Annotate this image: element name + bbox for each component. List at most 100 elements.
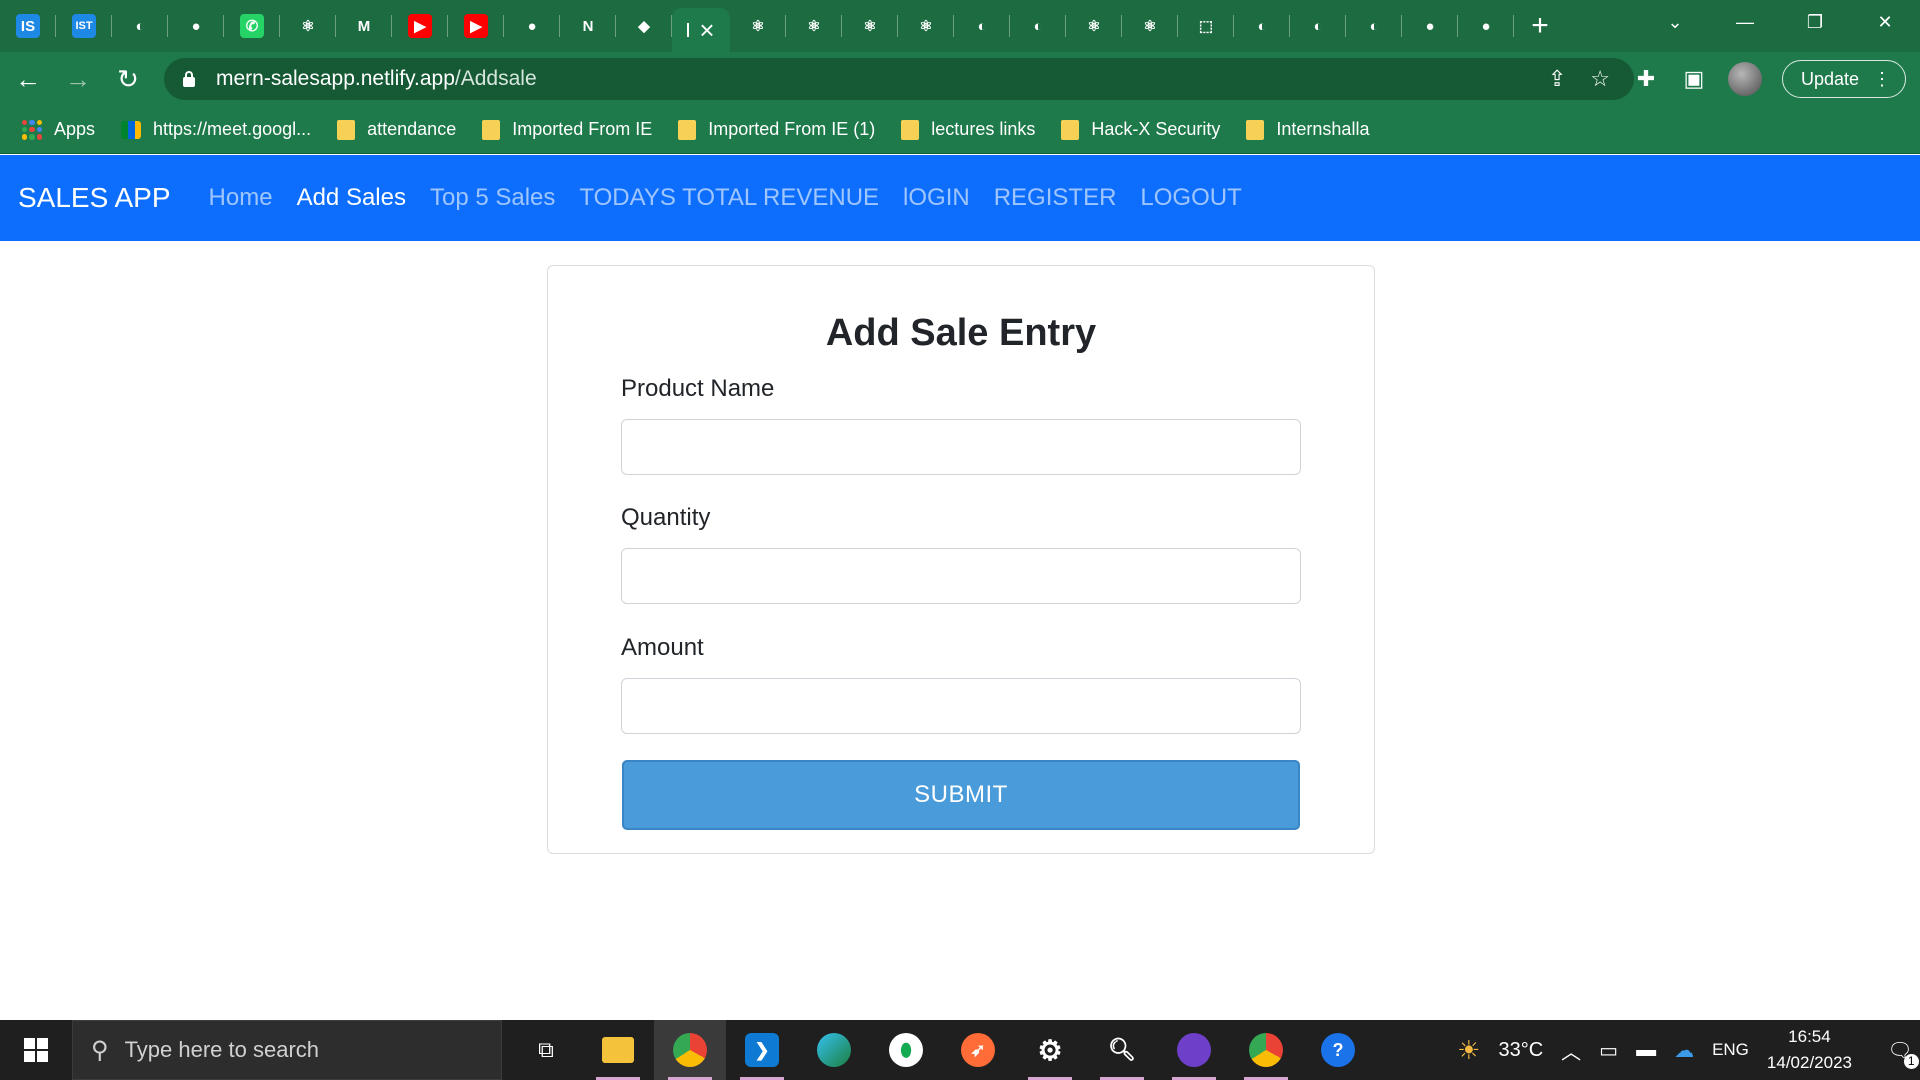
github-desktop-icon[interactable]: [1158, 1020, 1230, 1080]
whatsapp-icon: ✆: [240, 14, 264, 38]
meet-now-icon[interactable]: ▭: [1599, 1038, 1618, 1063]
new-tab-button[interactable]: +: [1514, 0, 1566, 52]
browser-tab[interactable]: IST: [56, 0, 112, 52]
nav-link-login[interactable]: lOGIN: [903, 184, 970, 212]
nav-link-todays-total-revenue[interactable]: TODAYS TOTAL REVENUE: [579, 184, 879, 212]
folder-icon: [1061, 119, 1080, 140]
tab-search-icon[interactable]: ⌄: [1640, 0, 1710, 44]
nav-link-register[interactable]: REGISTER: [994, 184, 1117, 212]
magnifier-icon[interactable]: 🔍︎: [1086, 1020, 1158, 1080]
forward-arrow-icon[interactable]: →: [56, 57, 100, 101]
react-icon: ⚛: [863, 18, 877, 35]
codepen-icon: ⬚: [1198, 18, 1214, 35]
browser-tab[interactable]: ●: [504, 0, 560, 52]
update-button[interactable]: Update ⋮: [1781, 60, 1906, 98]
chrome-profile-icon[interactable]: [1230, 1020, 1302, 1080]
active-tab[interactable]: ×: [672, 8, 730, 52]
bookmark-meet[interactable]: https://meet.googl...: [121, 119, 311, 140]
bookmark-folder[interactable]: Imported From IE (1): [678, 119, 875, 140]
product-name-input[interactable]: [621, 419, 1301, 475]
nav-link-logout[interactable]: LOGOUT: [1140, 184, 1241, 212]
nav-link-home[interactable]: Home: [209, 184, 273, 212]
chrome-icon[interactable]: [654, 1020, 726, 1080]
postman-icon[interactable]: ➶: [942, 1020, 1014, 1080]
mongodb-compass-icon[interactable]: ⬮: [870, 1020, 942, 1080]
bookmark-folder[interactable]: attendance: [337, 119, 456, 140]
chevron-up-icon[interactable]: ︿: [1561, 1036, 1581, 1065]
github-icon: ●: [1425, 17, 1435, 35]
browser-tab[interactable]: IS: [0, 0, 56, 52]
browser-tab[interactable]: ▶: [392, 0, 448, 52]
bookmark-label: attendance: [367, 119, 457, 139]
browser-tab[interactable]: N: [560, 0, 616, 52]
browser-tab[interactable]: ✆: [224, 0, 280, 52]
more-menu-icon[interactable]: ⋮: [1873, 69, 1891, 90]
start-button[interactable]: [0, 1020, 72, 1080]
nav-link-add-sales[interactable]: Add Sales: [297, 184, 406, 212]
quantity-input[interactable]: [621, 548, 1301, 604]
browser-tab[interactable]: ◐: [1010, 0, 1066, 52]
browser-tab[interactable]: ◐: [1346, 0, 1402, 52]
bookmark-apps[interactable]: Apps: [22, 119, 95, 140]
weather-icon[interactable]: ☀: [1457, 1035, 1480, 1066]
help-icon[interactable]: ?: [1302, 1020, 1374, 1080]
battery-icon[interactable]: ▬: [1636, 1039, 1656, 1062]
restore-icon[interactable]: ❐: [1780, 0, 1850, 44]
profile-avatar[interactable]: [1727, 62, 1762, 96]
browser-tab[interactable]: ⬚: [1178, 0, 1234, 52]
browser-tab[interactable]: ◐: [954, 0, 1010, 52]
browser-tab[interactable]: ◐: [1290, 0, 1346, 52]
brand-logo[interactable]: SALES APP: [18, 182, 171, 214]
browser-tab[interactable]: ◐: [1234, 0, 1290, 52]
bookmark-folder[interactable]: Hack-X Security: [1061, 119, 1220, 140]
browser-tab[interactable]: ⚛: [730, 0, 786, 52]
taskbar-search[interactable]: ⚲ Type here to search: [72, 1020, 502, 1080]
browser-tab[interactable]: ▶: [448, 0, 504, 52]
minimize-icon[interactable]: —: [1710, 0, 1780, 44]
folder-icon: [482, 119, 501, 140]
settings-gear-icon[interactable]: ⚙: [1014, 1020, 1086, 1080]
browser-tab[interactable]: ⚛: [842, 0, 898, 52]
nav-link-top-5-sales[interactable]: Top 5 Sales: [430, 184, 555, 212]
react-icon: ⚛: [1087, 18, 1101, 35]
file-explorer-icon[interactable]: [582, 1020, 654, 1080]
github-icon: ●: [1481, 17, 1491, 35]
browser-tab[interactable]: ●: [168, 0, 224, 52]
share-icon[interactable]: ⇪: [1548, 66, 1566, 92]
browser-tab[interactable]: ⚛: [898, 0, 954, 52]
bookmark-folder[interactable]: Internshalla: [1246, 119, 1369, 140]
browser-tab[interactable]: ●: [1402, 0, 1458, 52]
extensions-puzzle-icon[interactable]: ✚: [1632, 66, 1660, 92]
browser-tab[interactable]: ●: [1458, 0, 1514, 52]
browser-tab[interactable]: ⚛: [1066, 0, 1122, 52]
browser-tab[interactable]: ◆: [616, 0, 672, 52]
side-panel-icon[interactable]: ▣: [1680, 66, 1708, 92]
clock[interactable]: 16:54 14/02/2023: [1767, 1024, 1852, 1076]
address-bar[interactable]: mern-salesapp.netlify.app/Addsale ⇪ ☆: [164, 58, 1634, 100]
close-window-icon[interactable]: ✕: [1850, 0, 1920, 44]
language-indicator[interactable]: ENG: [1712, 1040, 1749, 1060]
url-text[interactable]: mern-salesapp.netlify.app/Addsale: [216, 67, 537, 91]
bookmark-folder[interactable]: Imported From IE: [482, 119, 652, 140]
back-arrow-icon[interactable]: ←: [6, 57, 50, 101]
taskbar-apps: ⧉ ❯ ⬮ ➶ ⚙ 🔍︎ ?: [510, 1020, 1374, 1080]
onedrive-cloud-icon[interactable]: ☁: [1674, 1038, 1694, 1063]
edge-icon[interactable]: [798, 1020, 870, 1080]
close-tab-icon[interactable]: ×: [699, 15, 714, 46]
amount-input[interactable]: [621, 678, 1301, 734]
submit-button[interactable]: SUBMIT: [622, 760, 1300, 830]
bookmark-folder[interactable]: lectures links: [901, 119, 1035, 140]
temperature[interactable]: 33°C: [1498, 1039, 1543, 1062]
vscode-icon[interactable]: ❯: [726, 1020, 798, 1080]
url-path: /Addsale: [454, 67, 537, 90]
browser-tab[interactable]: ⚛: [280, 0, 336, 52]
reload-icon[interactable]: ↻: [106, 57, 150, 101]
notification-center-icon[interactable]: 🗨︎ 1: [1880, 1020, 1920, 1080]
folder-icon: [337, 119, 356, 140]
bookmark-star-icon[interactable]: ☆: [1590, 66, 1610, 92]
browser-tab[interactable]: ⚛: [786, 0, 842, 52]
task-view-icon[interactable]: ⧉: [510, 1020, 582, 1080]
browser-tab[interactable]: ◐: [112, 0, 168, 52]
browser-tab[interactable]: M: [336, 0, 392, 52]
browser-tab[interactable]: ⚛: [1122, 0, 1178, 52]
